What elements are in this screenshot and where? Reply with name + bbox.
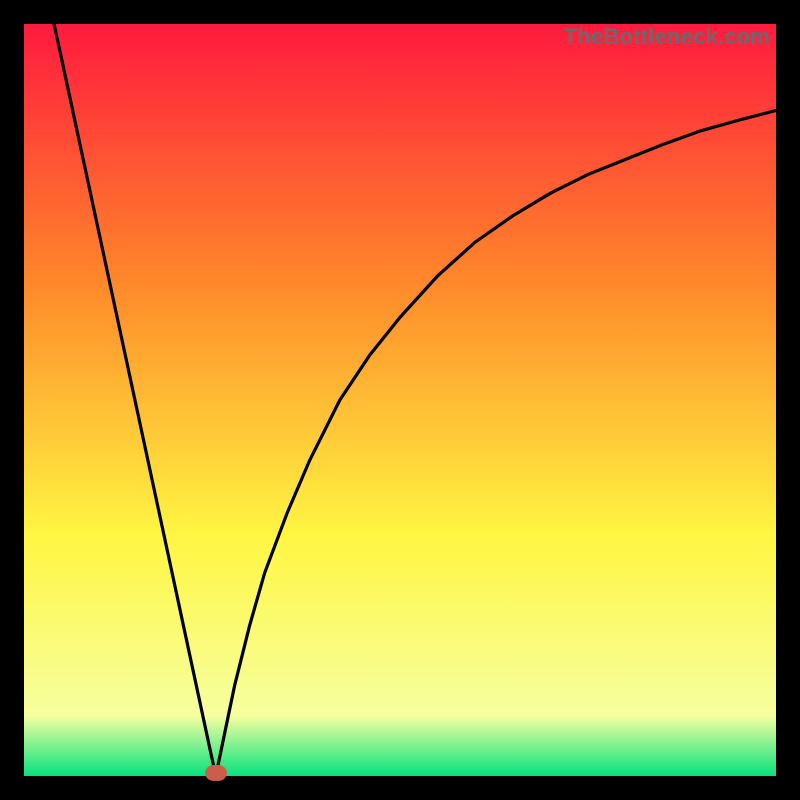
watermark-label: TheBottleneck.com: [564, 24, 770, 50]
chart-frame: TheBottleneck.com: [0, 0, 800, 800]
plot-svg: [24, 24, 776, 776]
minimum-marker: [205, 765, 227, 781]
gradient-background: [24, 24, 776, 776]
plot-area: [24, 24, 776, 776]
